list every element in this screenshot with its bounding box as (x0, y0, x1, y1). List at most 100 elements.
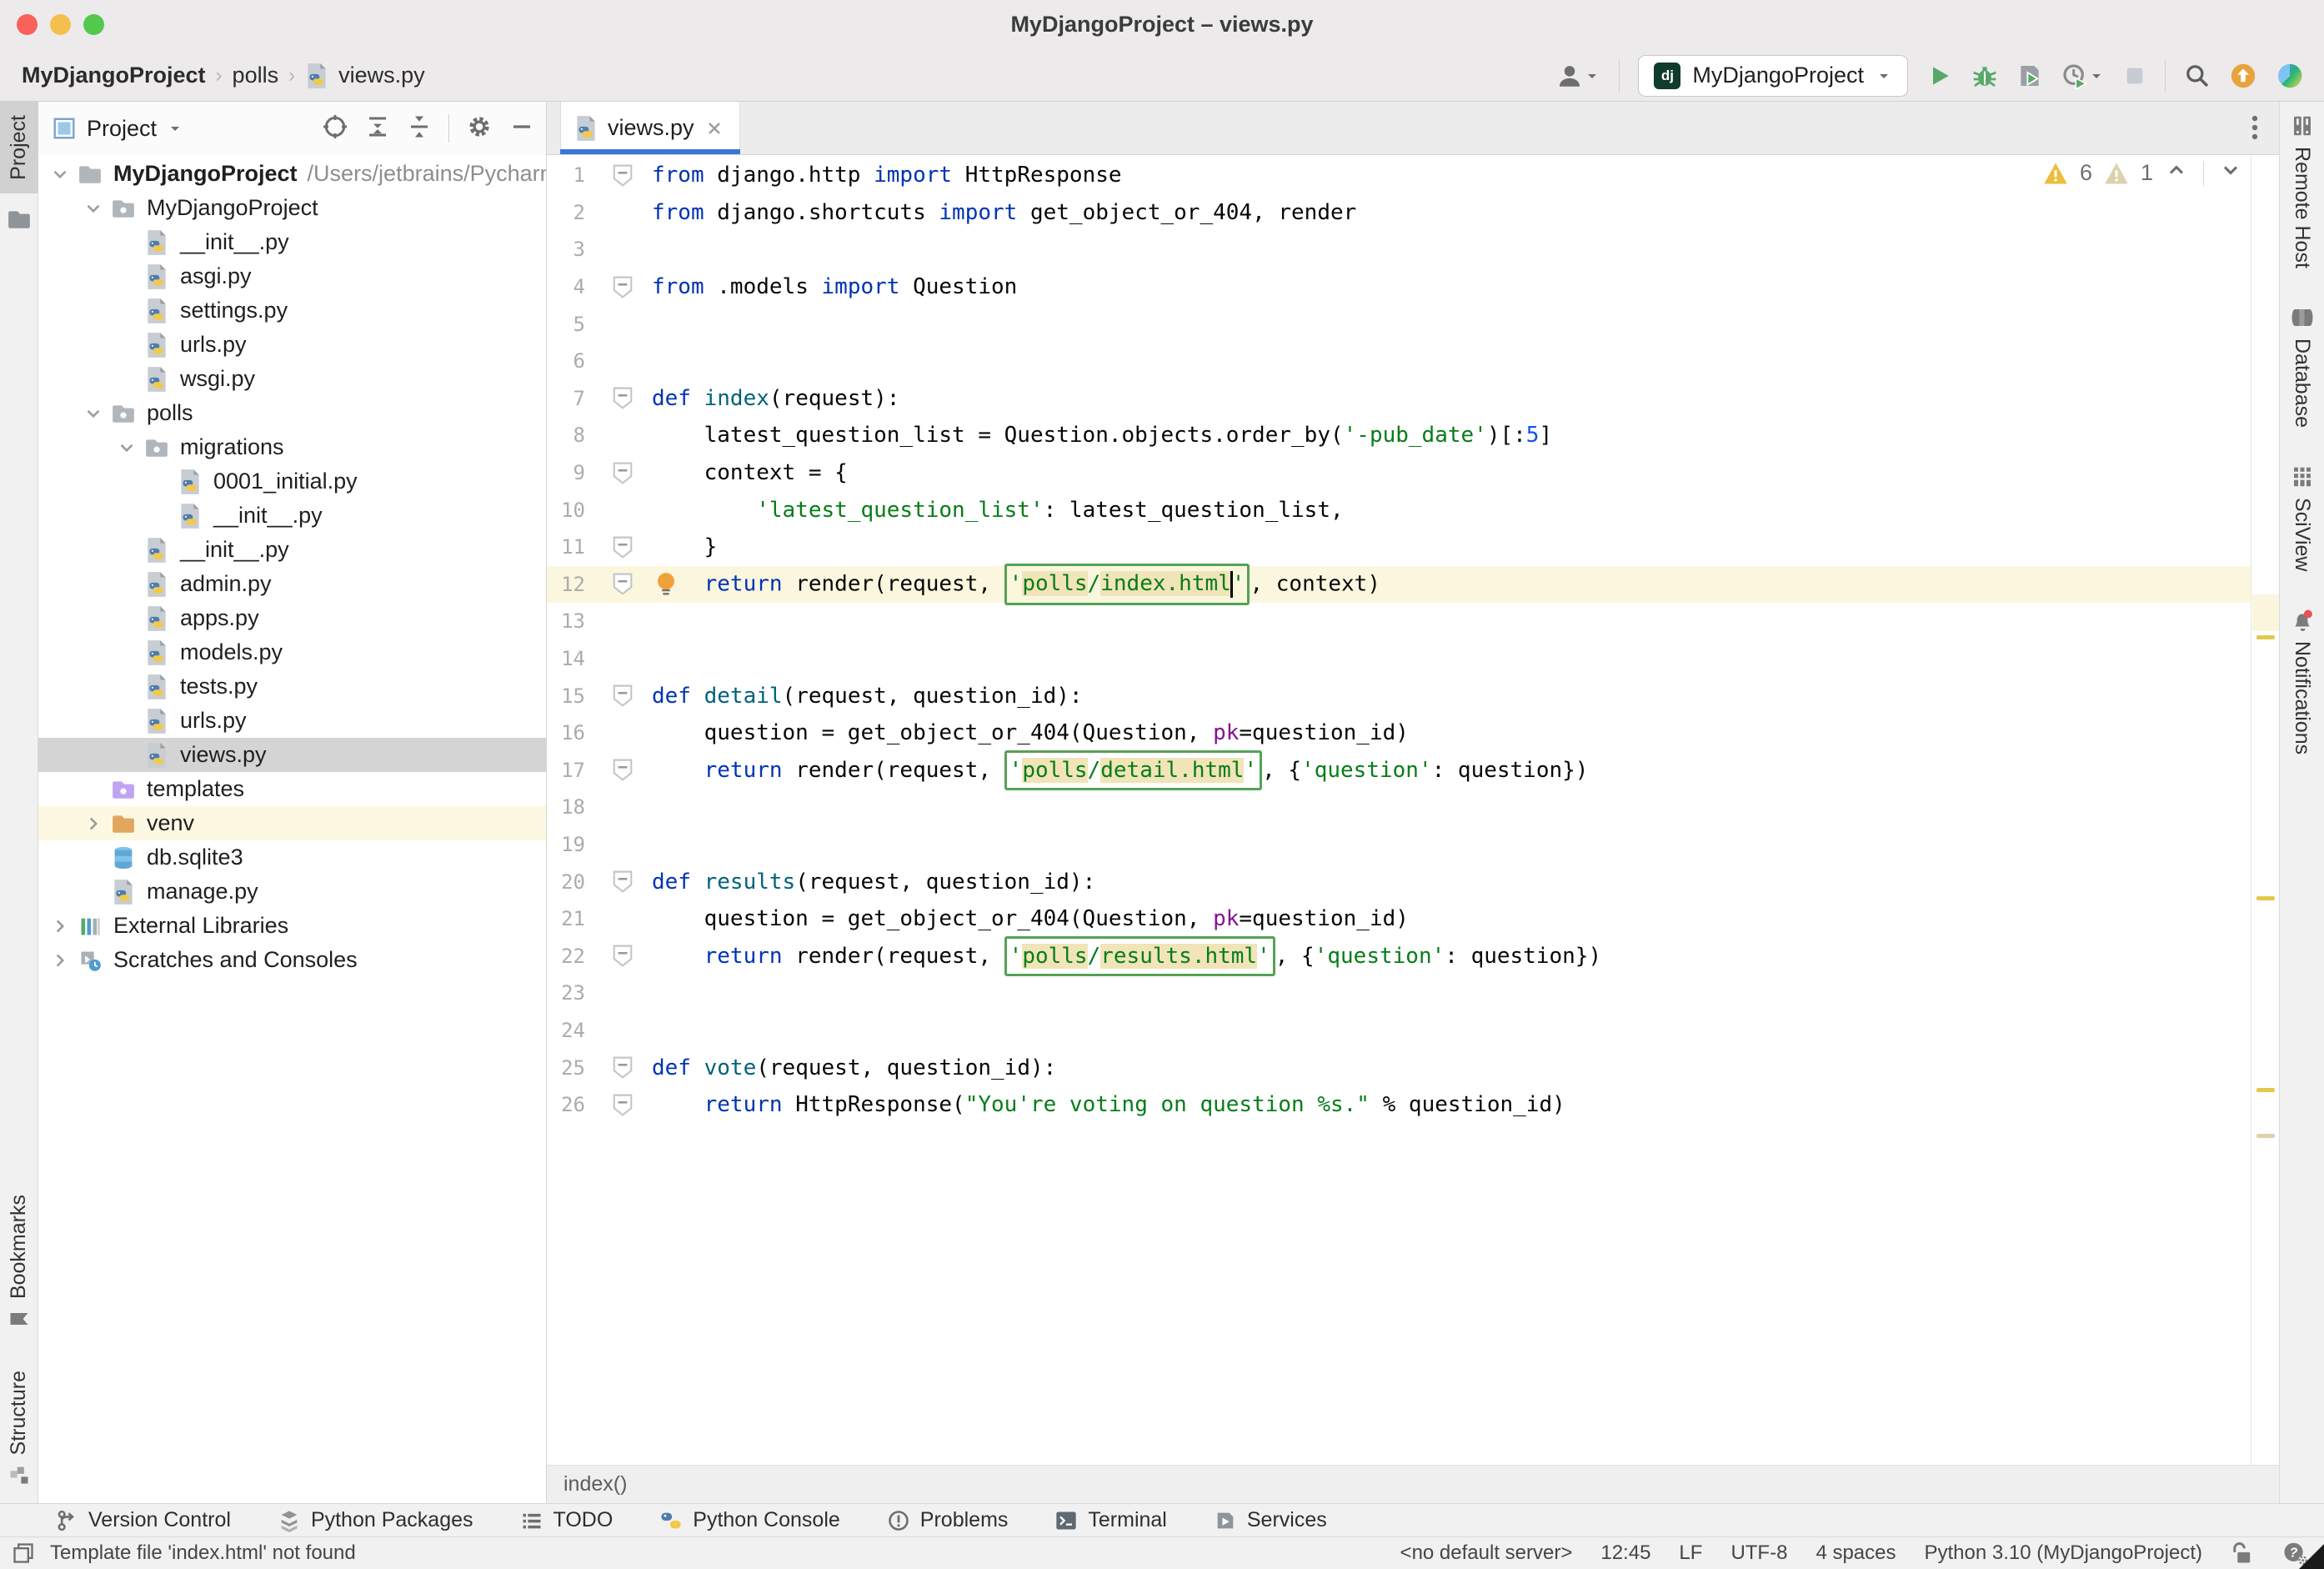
select-opened-file-button[interactable] (322, 113, 348, 144)
code-line-17[interactable]: 17 return render(request, 'polls/detail.… (547, 752, 2251, 790)
breadcrumb-item-views-py[interactable]: views.py (338, 63, 425, 88)
coverage-button[interactable] (2016, 63, 2043, 89)
tree-chevron-icon[interactable] (110, 437, 143, 459)
code-line-22[interactable]: 22 return render(request, 'polls/results… (547, 937, 2251, 975)
code-line-21[interactable]: 21 question = get_object_or_404(Question… (547, 900, 2251, 938)
next-problem-button[interactable] (2219, 158, 2242, 188)
fold-icon[interactable] (613, 276, 633, 298)
tree-item-external-libraries[interactable]: External Libraries (38, 909, 546, 943)
update-available-button[interactable] (2229, 62, 2257, 90)
stripe-tab-notifications[interactable]: Notifications (2290, 608, 2315, 754)
resize-grip[interactable] (2299, 1544, 2324, 1569)
tree-item-settings-py[interactable]: settings.py (38, 293, 546, 328)
tool-window-button-python-packages[interactable]: Python Packages (278, 1508, 473, 1532)
lock-open-icon[interactable] (2231, 1541, 2254, 1566)
warning-stripe-mark[interactable] (2256, 1088, 2275, 1092)
tool-window-button-terminal[interactable]: Terminal (1054, 1508, 1166, 1532)
fold-icon[interactable] (613, 462, 633, 484)
tab-options-button[interactable] (2242, 113, 2267, 146)
tree-chevron-icon[interactable] (43, 163, 77, 185)
editor-breadcrumb[interactable]: index() (547, 1465, 2279, 1503)
warning-stripe-mark[interactable] (2256, 896, 2275, 900)
code-editor[interactable]: 1from django.http import HttpResponse2fr… (547, 155, 2251, 1465)
close-icon[interactable] (704, 118, 724, 138)
tree-item-asgi-py[interactable]: asgi.py (38, 259, 546, 293)
fold-icon[interactable] (613, 759, 633, 781)
tree-item-wsgi-py[interactable]: wsgi.py (38, 362, 546, 396)
stripe-tab-sciview[interactable]: SciView (2290, 464, 2315, 571)
tool-window-button-todo[interactable]: TODO (520, 1508, 614, 1532)
tree-item-models-py[interactable]: models.py (38, 635, 546, 669)
tree-item--init-py[interactable]: __init__.py (38, 225, 546, 259)
tree-item-db-sqlite3[interactable]: db.sqlite3 (38, 840, 546, 875)
fold-icon[interactable] (613, 945, 633, 967)
tree-item-views-py[interactable]: views.py (38, 738, 546, 772)
code-line-13[interactable]: 13 (547, 603, 2251, 640)
tree-chevron-icon[interactable] (77, 813, 110, 835)
code-line-20[interactable]: 20def results(request, question_id): (547, 863, 2251, 900)
tree-item-scratches-and-consoles[interactable]: Scratches and Consoles (38, 943, 546, 977)
tree-item-urls-py[interactable]: urls.py (38, 328, 546, 362)
tree-chevron-icon[interactable] (77, 403, 110, 424)
fold-icon[interactable] (613, 164, 633, 187)
code-line-9[interactable]: 9 context = { (547, 454, 2251, 492)
folder-icon[interactable] (7, 208, 32, 230)
user-account-button[interactable] (1555, 62, 1600, 90)
code-line-19[interactable]: 19 (547, 826, 2251, 864)
editor-tab-views-py[interactable]: views.py (560, 102, 740, 154)
stop-button[interactable] (2123, 64, 2146, 88)
debug-button[interactable] (1971, 63, 1998, 89)
code-line-12[interactable]: 12 return render(request, 'polls/index.h… (547, 566, 2251, 604)
tree-item-admin-py[interactable]: admin.py (38, 567, 546, 601)
tool-window-button-problems[interactable]: Problems (887, 1508, 1009, 1532)
tree-item-0001-initial-py[interactable]: 0001_initial.py (38, 464, 546, 499)
tree-chevron-icon[interactable] (43, 915, 77, 937)
fold-icon[interactable] (613, 387, 633, 409)
tree-item-templates[interactable]: templates (38, 772, 546, 806)
status-item-utf-8[interactable]: UTF-8 (1730, 1541, 1787, 1565)
stripe-tab-structure[interactable]: Structure (7, 1371, 31, 1486)
code-line-14[interactable]: 14 (547, 640, 2251, 678)
warning-stripe-mark[interactable] (2256, 635, 2275, 639)
code-line-7[interactable]: 7def index(request): (547, 380, 2251, 418)
status-item-python-3-10-mydjangoproject[interactable]: Python 3.10 (MyDjangoProject) (1925, 1541, 2203, 1565)
tree-item-manage-py[interactable]: manage.py (38, 875, 546, 909)
tree-item-tests-py[interactable]: tests.py (38, 669, 546, 704)
code-line-6[interactable]: 6 (547, 343, 2251, 380)
panel-settings-button[interactable] (466, 113, 493, 144)
tool-window-button-version-control[interactable]: Version Control (55, 1508, 231, 1532)
tree-item-migrations[interactable]: migrations (38, 430, 546, 464)
tool-window-button-services[interactable]: Services (1214, 1508, 1327, 1532)
tree-item-polls[interactable]: polls (38, 396, 546, 430)
code-line-3[interactable]: 3 (547, 231, 2251, 268)
warning-stripe-mark[interactable] (2256, 1134, 2275, 1138)
inspections-widget[interactable]: 6 1 (2043, 158, 2242, 188)
tree-item--init-py[interactable]: __init__.py (38, 499, 546, 533)
search-everywhere-button[interactable] (2184, 63, 2211, 89)
code-line-4[interactable]: 4from .models import Question (547, 268, 2251, 306)
breadcrumb-item-mydjangoproject[interactable]: MyDjangoProject (22, 63, 206, 88)
stripe-tab-bookmarks[interactable]: Bookmarks (7, 1195, 31, 1331)
layout-icon[interactable] (12, 1541, 35, 1565)
code-line-25[interactable]: 25def vote(request, question_id): (547, 1049, 2251, 1086)
error-stripe-lane[interactable] (2251, 155, 2279, 1465)
tool-window-button-python-console[interactable]: Python Console (659, 1508, 840, 1532)
fold-icon[interactable] (613, 870, 633, 893)
tree-item-venv[interactable]: venv (38, 806, 546, 840)
code-with-me-button[interactable] (2276, 62, 2304, 90)
stripe-tab-project[interactable]: Project (0, 102, 38, 193)
expand-all-button[interactable] (365, 114, 390, 143)
code-line-10[interactable]: 10 'latest_question_list': latest_questi… (547, 491, 2251, 529)
stripe-tab-remote-host[interactable]: Remote Host (2290, 113, 2315, 268)
code-line-23[interactable]: 23 (547, 975, 2251, 1012)
code-line-11[interactable]: 11 } (547, 529, 2251, 566)
code-line-8[interactable]: 8 latest_question_list = Question.object… (547, 417, 2251, 454)
tree-item-mydjangoproject[interactable]: MyDjangoProject/Users/jetbrains/Pycharm (38, 157, 546, 191)
run-button[interactable] (1926, 63, 1953, 89)
tree-item-apps-py[interactable]: apps.py (38, 601, 546, 635)
tree-item--init-py[interactable]: __init__.py (38, 533, 546, 567)
bulb-icon[interactable] (654, 571, 679, 599)
tree-chevron-icon[interactable] (43, 950, 77, 971)
code-line-2[interactable]: 2from django.shortcuts import get_object… (547, 194, 2251, 232)
fold-icon[interactable] (613, 1094, 633, 1116)
